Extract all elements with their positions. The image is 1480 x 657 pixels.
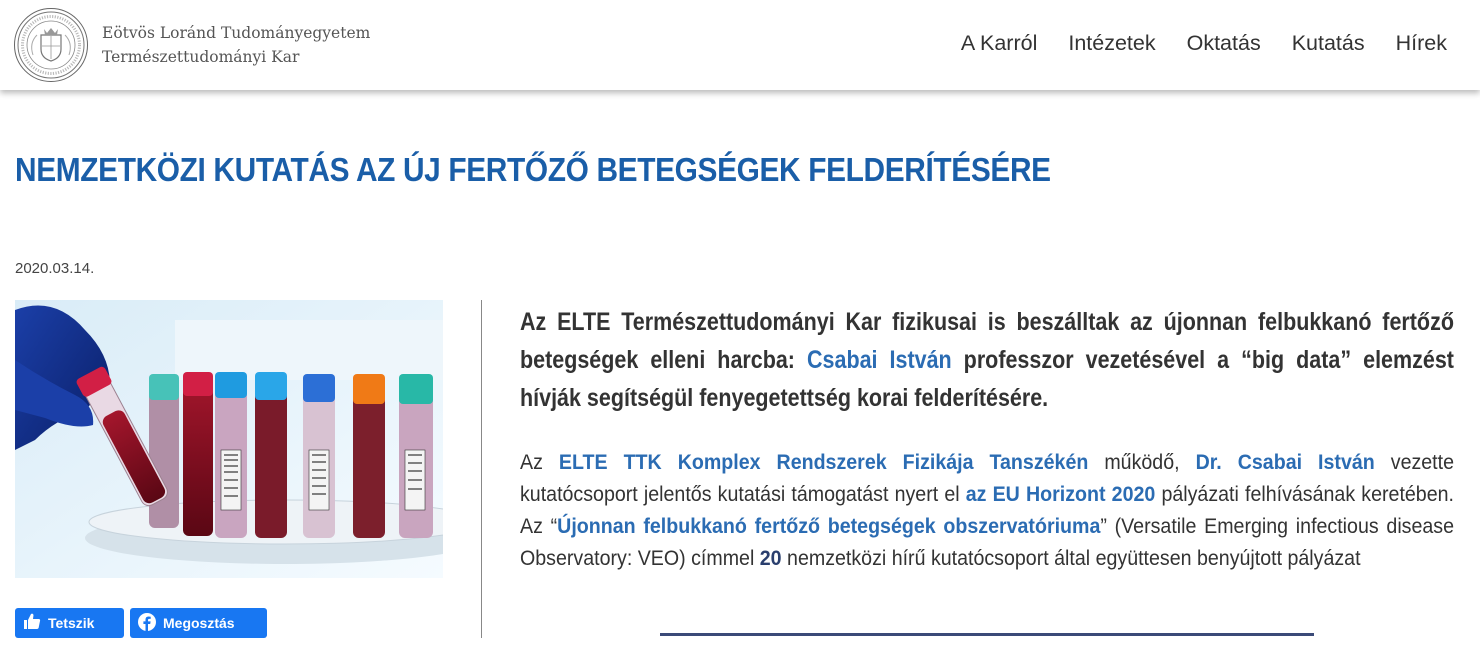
share-label: Megosztás — [163, 615, 235, 631]
link-dr-csabai[interactable]: Dr. Csabai István — [1196, 451, 1375, 474]
nav-item-hirek[interactable]: Hírek — [1396, 31, 1447, 56]
facebook-icon — [138, 612, 156, 634]
thumbs-up-icon — [23, 613, 41, 633]
university-name: Eötvös Loránd Tudományegyetem — [102, 24, 371, 42]
brand-text[interactable]: Eötvös Loránd Tudományegyetem Természett… — [102, 21, 370, 69]
main-nav: A Karról Intézetek Oktatás Kutatás Hírek — [961, 31, 1447, 56]
article-lead: Az ELTE Természettudományi Kar fizikusai… — [520, 303, 1454, 417]
site-header: Eötvös Loránd Tudományegyetem Természett… — [0, 0, 1480, 90]
nav-item-kutatas[interactable]: Kutatás — [1292, 31, 1365, 56]
column-divider — [481, 300, 482, 638]
link-department[interactable]: ELTE TTK Komplex Rendszerek Fizikája Tan… — [559, 451, 1088, 474]
share-button[interactable]: Megosztás — [130, 608, 267, 638]
link-horizon-2020[interactable]: az EU Horizont 2020 — [966, 483, 1156, 506]
like-button[interactable]: Tetszik — [15, 608, 124, 638]
article-body: Az ELTE TTK Komplex Rendszerek Fizikája … — [520, 447, 1454, 575]
link-observatory[interactable]: Újonnan felbukkanó fertőző betegségek ob… — [557, 515, 1100, 538]
nav-item-oktatas[interactable]: Oktatás — [1187, 31, 1261, 56]
nav-item-intezetek[interactable]: Intézetek — [1068, 31, 1155, 56]
article-image — [15, 300, 443, 578]
lead-link-csabai[interactable]: Csabai István — [807, 346, 952, 374]
section-rule — [660, 633, 1314, 636]
nav-item-a-karrol[interactable]: A Karról — [961, 31, 1037, 56]
body-text-1: Az — [520, 451, 559, 474]
group-count: 20 — [759, 547, 782, 570]
like-label: Tetszik — [48, 615, 95, 631]
article-date: 2020.03.14. — [15, 260, 95, 277]
university-seal-logo[interactable] — [14, 8, 88, 82]
body-text-2: működő, — [1088, 451, 1196, 474]
body-text-6: nemzetközi hírű kutatócsoport által együ… — [781, 547, 1361, 570]
article-title: NEMZETKÖZI KUTATÁS AZ ÚJ FERTŐZŐ BETEGSÉ… — [15, 151, 1051, 188]
faculty-name: Természettudományi Kar — [102, 48, 300, 66]
